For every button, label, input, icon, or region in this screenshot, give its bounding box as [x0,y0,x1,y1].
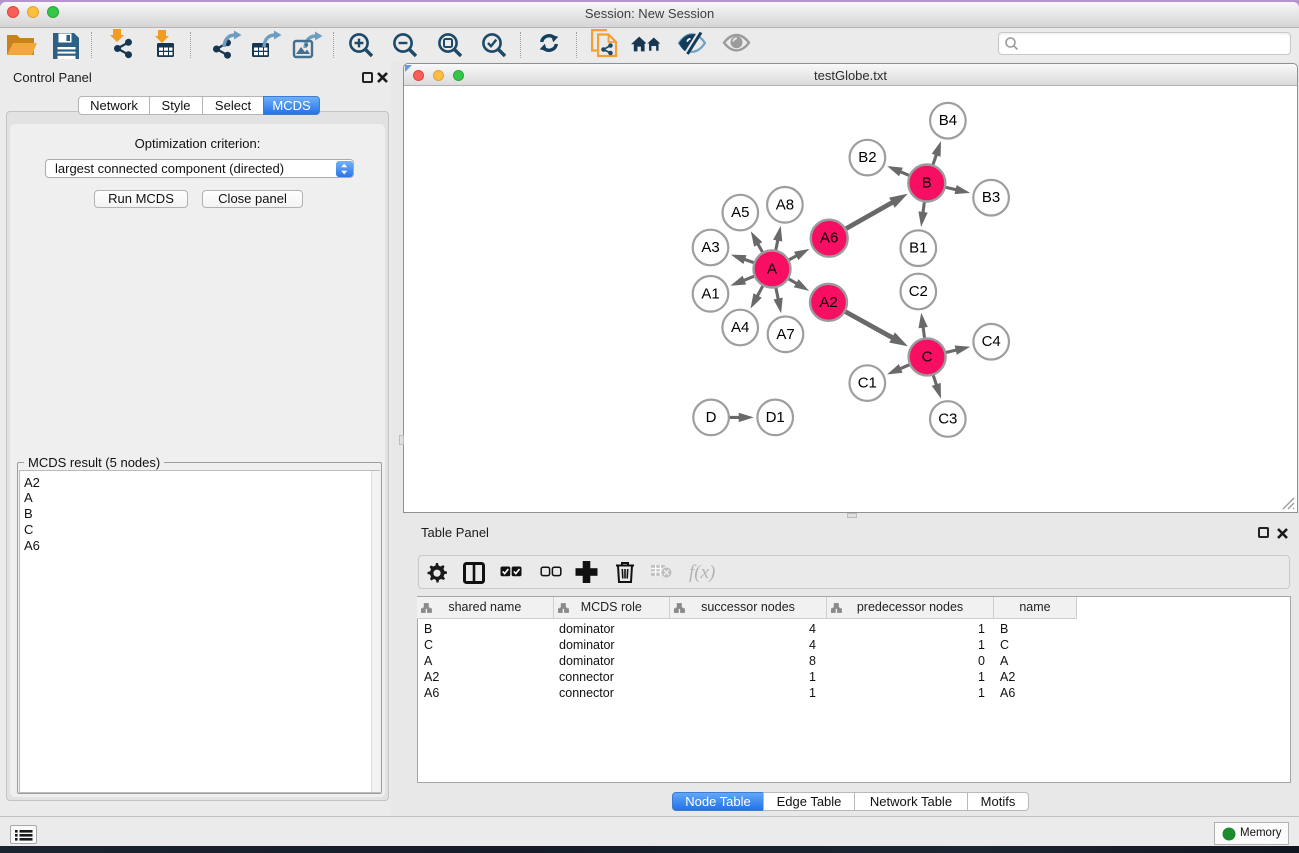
svg-text:A1: A1 [701,285,719,302]
svg-text:C3: C3 [938,411,957,428]
svg-text:D: D [706,409,717,426]
svg-text:A2: A2 [819,294,837,311]
svg-text:B2: B2 [858,149,876,166]
svg-text:A7: A7 [776,326,794,343]
svg-text:f(x): f(x) [689,562,715,583]
svg-text:C2: C2 [909,283,928,300]
svg-text:A8: A8 [776,196,794,213]
svg-text:B3: B3 [982,189,1000,206]
svg-text:A: A [767,261,777,278]
svg-text:C4: C4 [982,333,1001,350]
svg-text:A4: A4 [731,319,749,336]
svg-text:B1: B1 [909,240,927,257]
svg-text:D1: D1 [766,409,785,426]
svg-text:C1: C1 [858,375,877,392]
svg-text:C: C [922,348,933,365]
svg-text:A5: A5 [731,204,749,221]
svg-text:A3: A3 [701,239,719,256]
svg-text:B4: B4 [939,112,957,129]
svg-text:A6: A6 [820,230,838,247]
svg-text:B: B [922,175,932,192]
